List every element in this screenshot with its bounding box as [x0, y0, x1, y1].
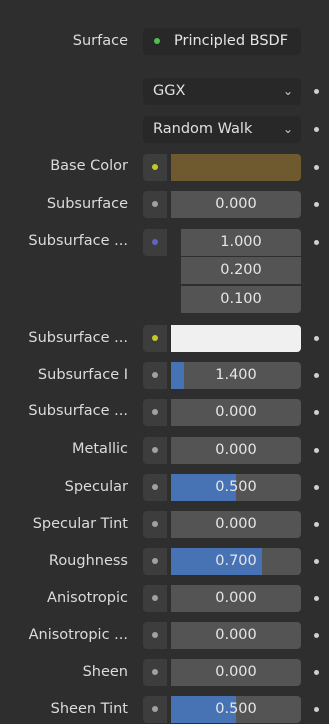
specular-tint-socket-button[interactable]	[143, 511, 167, 538]
float-socket-icon	[152, 409, 158, 415]
specular-slider[interactable]: 0.500	[171, 474, 301, 501]
sheen-tint-label: Sheen Tint	[50, 701, 128, 717]
float-socket-icon	[152, 669, 158, 675]
roughness-socket-button[interactable]	[143, 548, 167, 575]
specular-link-dot[interactable]	[314, 485, 319, 490]
subsurface-radius-socket-button[interactable]	[143, 229, 167, 256]
base-color-label: Base Color	[50, 158, 128, 174]
subsurface-radius-z-field[interactable]: 0.100	[181, 286, 301, 313]
surface-shader-button[interactable]: Principled BSDF	[143, 28, 301, 55]
subsurface-anisotropy-field[interactable]: 0.000	[171, 399, 301, 426]
sheen-tint-link-dot[interactable]	[314, 707, 319, 712]
subsurface-value: 0.000	[215, 196, 257, 212]
sheen-tint-slider[interactable]: 0.500	[171, 696, 301, 723]
metallic-link-dot[interactable]	[314, 448, 319, 453]
specular-tint-slider[interactable]: 0.000	[171, 511, 301, 538]
subsurface-radius-y-field[interactable]: 0.200	[181, 257, 301, 284]
subsurface-anisotropy-link-dot[interactable]	[314, 410, 319, 415]
color-socket-icon	[152, 164, 158, 170]
subsurface-method-link-dot[interactable]	[314, 127, 319, 132]
subsurface-anisotropy-value: 0.000	[215, 404, 257, 420]
base-color-link-dot[interactable]	[314, 165, 319, 170]
float-socket-icon	[152, 558, 158, 564]
subsurface-anisotropy-socket-button[interactable]	[143, 399, 167, 426]
roughness-link-dot[interactable]	[314, 559, 319, 564]
float-socket-icon	[152, 484, 158, 490]
subsurface-ior-label: Subsurface I	[37, 367, 128, 383]
subsurface-color-socket-button[interactable]	[143, 325, 167, 352]
subsurface-color-label: Subsurface ...	[28, 330, 128, 346]
sheen-slider[interactable]: 0.000	[171, 659, 301, 686]
subsurface-radius-link-dot[interactable]	[314, 240, 319, 245]
float-socket-icon	[152, 372, 158, 378]
metallic-label: Metallic	[71, 441, 128, 457]
float-socket-icon	[152, 201, 158, 207]
subsurface-ior-slider[interactable]: 1.400	[171, 362, 301, 389]
anisotropic-label: Anisotropic	[47, 590, 128, 606]
distribution-value: GGX	[153, 83, 186, 99]
sheen-label: Sheen	[82, 664, 128, 680]
anisotropic-rotation-label: Anisotropic ...	[28, 627, 128, 643]
subsurface-method-value: Random Walk	[153, 121, 253, 137]
anisotropic-link-dot[interactable]	[314, 596, 319, 601]
base-color-swatch[interactable]	[171, 154, 301, 181]
anisotropic-rotation-value: 0.000	[215, 627, 257, 643]
subsurface-ior-value: 1.400	[215, 367, 257, 383]
subsurface-radius-z-value: 0.100	[220, 291, 262, 307]
surface-label: Surface	[72, 33, 128, 49]
base-color-socket-button[interactable]	[143, 154, 167, 181]
anisotropic-rotation-link-dot[interactable]	[314, 633, 319, 638]
distribution-dropdown[interactable]: GGX ⌄	[143, 78, 301, 105]
subsurface-field[interactable]: 0.000	[171, 191, 301, 218]
distribution-link-dot[interactable]	[314, 89, 319, 94]
subsurface-anisotropy-label: Subsurface ...	[28, 403, 128, 419]
sheen-tint-socket-button[interactable]	[143, 696, 167, 723]
subsurface-radius-x-value: 1.000	[220, 234, 262, 250]
float-socket-icon	[152, 632, 158, 638]
float-socket-icon	[152, 521, 158, 527]
metallic-value: 0.000	[215, 442, 257, 458]
roughness-slider[interactable]: 0.700	[171, 548, 301, 575]
subsurface-socket-button[interactable]	[143, 191, 167, 218]
sheen-link-dot[interactable]	[314, 670, 319, 675]
chevron-down-icon: ⌄	[282, 84, 293, 98]
specular-value: 0.500	[215, 479, 257, 495]
specular-tint-label: Specular Tint	[32, 516, 128, 532]
anisotropic-value: 0.000	[215, 590, 257, 606]
subsurface-radius-label: Subsurface ...	[28, 233, 128, 249]
float-socket-icon	[152, 447, 158, 453]
anisotropic-rotation-socket-button[interactable]	[143, 622, 167, 649]
anisotropic-socket-button[interactable]	[143, 585, 167, 612]
subsurface-method-dropdown[interactable]: Random Walk ⌄	[143, 116, 301, 143]
subsurface-ior-link-dot[interactable]	[314, 373, 319, 378]
specular-label: Specular	[64, 479, 128, 495]
specular-tint-link-dot[interactable]	[314, 522, 319, 527]
float-socket-icon	[152, 706, 158, 712]
surface-shader-value: Principled BSDF	[174, 33, 289, 49]
specular-socket-button[interactable]	[143, 474, 167, 501]
roughness-label: Roughness	[48, 553, 128, 569]
metallic-slider[interactable]: 0.000	[171, 437, 301, 464]
anisotropic-rotation-slider[interactable]: 0.000	[171, 622, 301, 649]
color-socket-icon	[152, 335, 158, 341]
subsurface-color-swatch[interactable]	[171, 325, 301, 352]
subsurface-label: Subsurface	[46, 196, 128, 212]
vector-socket-icon	[152, 239, 158, 245]
subsurface-radius-x-field[interactable]: 1.000	[181, 229, 301, 256]
specular-tint-value: 0.000	[215, 516, 257, 532]
sheen-value: 0.000	[215, 664, 257, 680]
sheen-tint-value: 0.500	[215, 701, 257, 717]
subsurface-link-dot[interactable]	[314, 202, 319, 207]
sheen-socket-button[interactable]	[143, 659, 167, 686]
anisotropic-slider[interactable]: 0.000	[171, 585, 301, 612]
subsurface-radius-y-value: 0.200	[220, 262, 262, 278]
chevron-down-icon: ⌄	[282, 122, 293, 136]
shader-socket-icon	[154, 38, 160, 44]
float-socket-icon	[152, 595, 158, 601]
subsurface-ior-socket-button[interactable]	[143, 362, 167, 389]
subsurface-color-link-dot[interactable]	[314, 336, 319, 341]
roughness-value: 0.700	[215, 553, 257, 569]
metallic-socket-button[interactable]	[143, 437, 167, 464]
